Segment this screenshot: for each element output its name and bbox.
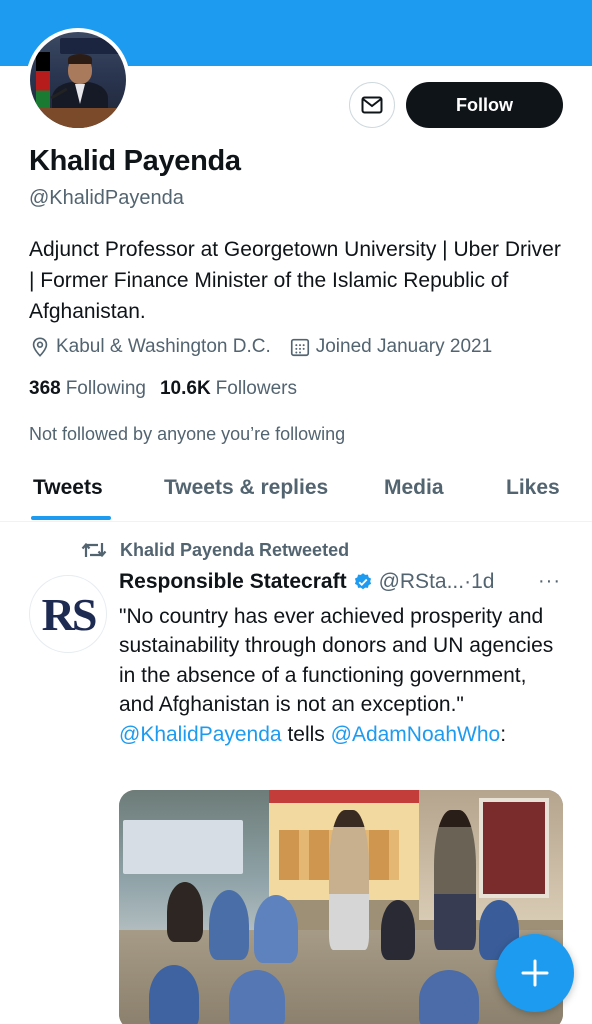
message-button[interactable] (349, 82, 395, 128)
retweet-context[interactable]: Khalid Payenda Retweeted (80, 539, 349, 561)
profile-bio: Adjunct Professor at Georgetown Universi… (29, 238, 561, 323)
follow-stats: 368 Following 10.6K Followers (29, 378, 311, 400)
followers-label: Followers (215, 378, 297, 399)
retweet-icon (81, 542, 107, 558)
profile-handle: @KhalidPayenda (29, 187, 184, 209)
mention-link[interactable]: @AdamNoahWho (331, 723, 501, 746)
following-count: 368 (29, 378, 61, 399)
tweet-author-handle[interactable]: @RSta... (379, 570, 465, 594)
tweet-text-end: : (500, 722, 507, 746)
followers-link[interactable]: 10.6K Followers (160, 378, 297, 400)
tab-tweets[interactable]: Tweets (33, 476, 103, 500)
mail-icon (361, 96, 383, 114)
followers-count: 10.6K (159, 378, 211, 399)
compose-tweet-button[interactable] (496, 934, 574, 1012)
tweet-more-button[interactable]: ··· (538, 570, 561, 593)
tweet-text-main: "No country has ever achieved prosperity… (119, 605, 554, 717)
tweet-header: Responsible Statecraft @RSta... · 1d (119, 570, 494, 594)
profile-tabs: Tweets Tweets & replies Media Likes (0, 460, 592, 522)
follow-button[interactable]: Follow (406, 82, 563, 128)
location-text: Kabul & Washington D.C. (56, 336, 271, 357)
tweet-text: "No country has ever achieved prosperity… (119, 602, 559, 749)
verified-badge-icon (354, 573, 371, 590)
location-pin-icon (32, 337, 48, 357)
calendar-icon (290, 338, 309, 357)
profile-joined: Joined January 2021 (289, 336, 492, 358)
profile-meta: Kabul & Washington D.C. Joined January 2… (29, 336, 510, 358)
tweet-separator: · (464, 570, 472, 593)
tweet-time[interactable]: 1d (471, 570, 494, 594)
profile-avatar[interactable] (26, 28, 130, 132)
joined-text: Joined January 2021 (315, 336, 493, 357)
profile-location: Kabul & Washington D.C. (29, 336, 271, 358)
active-tab-indicator (31, 516, 111, 520)
tab-tweets-replies[interactable]: Tweets & replies (164, 476, 328, 500)
profile-name: Khalid Payenda (29, 145, 241, 177)
not-followed-note: Not followed by anyone you’re following (29, 424, 346, 444)
avatar-logo-text: RS (41, 588, 98, 640)
tab-media[interactable]: Media (384, 476, 444, 500)
retweet-label: Khalid Payenda Retweeted (120, 539, 350, 560)
mention-link[interactable]: @KhalidPayenda (119, 723, 282, 746)
following-link[interactable]: 368 Following (29, 378, 146, 400)
following-label: Following (65, 378, 146, 399)
plus-icon (521, 959, 549, 987)
tab-likes[interactable]: Likes (506, 476, 560, 500)
tweet-author-avatar[interactable]: RS (29, 575, 107, 653)
avatar-image (30, 32, 126, 128)
tweet-media-image[interactable] (119, 790, 563, 1024)
tweet-text-mid: tells (281, 722, 331, 746)
tweet-author-name[interactable]: Responsible Statecraft (119, 570, 347, 594)
